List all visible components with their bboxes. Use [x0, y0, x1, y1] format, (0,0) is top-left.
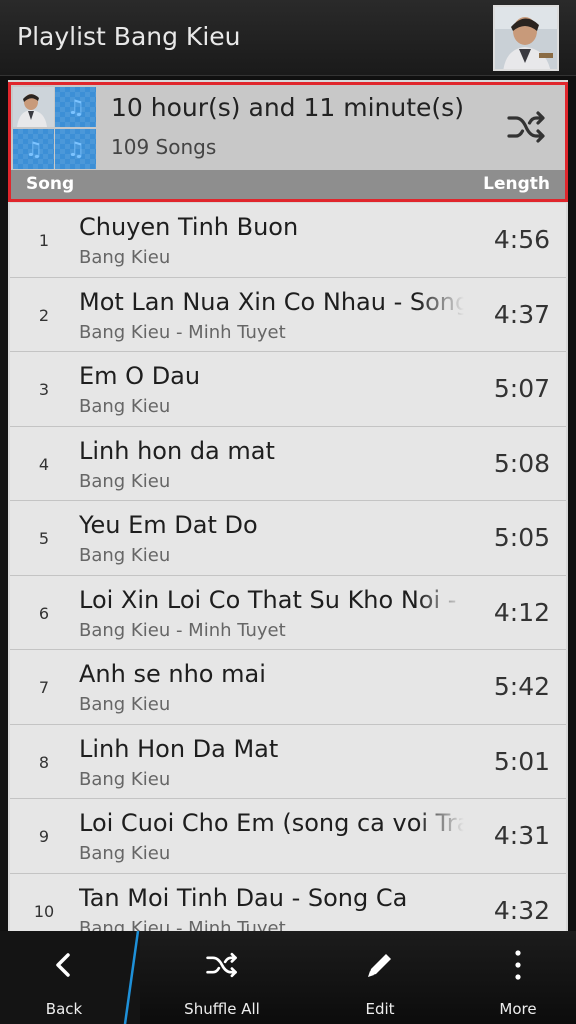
song-artist: Bang Kieu - Minh Tuyet: [79, 619, 286, 641]
track-number: 9: [38, 827, 50, 846]
album-art-placeholder: ♫: [13, 129, 54, 169]
list-item[interactable]: 5 Yeu Em Dat Do Bang Kieu 5:05: [10, 501, 566, 576]
track-number: 10: [33, 901, 55, 921]
album-art-placeholder: ♫: [55, 87, 96, 127]
song-artist: Bang Kieu - Minh Tuyet: [79, 321, 286, 343]
song-artist: Bang Kieu: [79, 247, 171, 268]
music-note-icon: ♫: [25, 137, 43, 161]
song-title: Mot Lan Nua Xin Co Nhau - Song: [79, 287, 464, 316]
list-item[interactable]: 2 Mot Lan Nua Xin Co Nhau - Song Bang Ki…: [10, 277, 566, 352]
track-number: 5: [38, 529, 50, 548]
song-title: Yeu Em Dat Do: [79, 511, 258, 539]
song-length: 4:12: [493, 597, 550, 627]
song-title: Linh Hon Da Mat: [79, 734, 279, 763]
more-label: More: [499, 1000, 537, 1018]
track-number: 8: [38, 752, 50, 772]
artist-avatar[interactable]: [493, 5, 559, 71]
song-title: Anh se nho mai: [79, 660, 266, 688]
music-note-icon: ♫: [67, 95, 85, 119]
pencil-icon: [368, 954, 391, 977]
album-art-photo: [13, 87, 54, 127]
song-artist: Bang Kieu: [79, 396, 171, 417]
list-item[interactable]: 9 Loi Cuoi Cho Em (song ca voi Tra Bang …: [10, 799, 566, 874]
playlist-artwork: ♫ ♫ ♫: [13, 87, 97, 169]
more-button[interactable]: More: [460, 931, 576, 1024]
song-length: 5:42: [493, 672, 550, 701]
column-header-song[interactable]: Song: [26, 174, 74, 194]
playlist-header[interactable]: ♫ ♫ ♫ 10 hour(s) and 11 minute(s) 109 So…: [8, 82, 568, 202]
shuffle-all-label: Shuffle All: [184, 1000, 260, 1018]
song-length: 5:08: [493, 448, 550, 478]
column-header-bar: Song Length: [11, 170, 565, 199]
song-title: Em O Dau: [79, 362, 201, 390]
track-number: 3: [38, 380, 50, 399]
column-header-length[interactable]: Length: [483, 174, 550, 194]
song-artist: Bang Kieu: [79, 545, 171, 566]
song-length: 5:01: [493, 746, 550, 776]
song-length: 4:37: [493, 299, 550, 329]
title-bar: Playlist Bang Kieu: [0, 0, 576, 76]
song-length: 5:07: [493, 374, 550, 403]
edit-button[interactable]: Edit: [320, 931, 440, 1024]
action-bar: Back Shuffle All Edit More: [0, 931, 576, 1024]
list-item[interactable]: 4 Linh hon da mat Bang Kieu 5:08: [10, 426, 566, 501]
song-length: 4:31: [493, 821, 550, 850]
song-artist: Bang Kieu: [79, 843, 171, 864]
playlist-content: ♫ ♫ ♫ 10 hour(s) and 11 minute(s) 109 So…: [8, 80, 568, 931]
song-title: Linh hon da mat: [79, 436, 275, 465]
list-item[interactable]: 7 Anh se nho mai Bang Kieu 5:42: [10, 650, 566, 725]
chevron-left-icon: [56, 953, 70, 977]
album-art-placeholder: ♫: [55, 129, 96, 169]
track-number: 6: [38, 603, 50, 623]
track-number: 1: [38, 231, 50, 250]
shuffle-all-button[interactable]: Shuffle All: [160, 931, 284, 1024]
song-length: 5:05: [493, 523, 550, 552]
track-number: 2: [38, 305, 50, 325]
track-number: 4: [38, 454, 50, 474]
playlist-song-count: 109 Songs: [111, 135, 217, 159]
song-title: Loi Xin Loi Co That Su Kho Noi -: [79, 585, 457, 614]
song-artist: Bang Kieu - Minh Tuyet: [79, 917, 286, 932]
song-title: Loi Cuoi Cho Em (song ca voi Tra: [79, 809, 464, 837]
song-length: 4:32: [493, 895, 550, 925]
song-artist: Bang Kieu: [79, 768, 171, 790]
edit-label: Edit: [365, 1000, 395, 1018]
list-item[interactable]: 10 Tan Moi Tinh Dau - Song Ca Bang Kieu …: [10, 873, 566, 932]
shuffle-icon: [206, 952, 237, 978]
music-note-icon: ♫: [67, 137, 85, 161]
list-item[interactable]: 1 Chuyen Tinh Buon Bang Kieu 4:56: [10, 203, 566, 278]
song-list: 1 Chuyen Tinh Buon Bang Kieu 4:56 2 Mot …: [10, 203, 566, 931]
list-item[interactable]: 6 Loi Xin Loi Co That Su Kho Noi - Bang …: [10, 575, 566, 650]
track-number: 7: [38, 678, 50, 697]
back-button[interactable]: Back: [0, 931, 128, 1024]
page-title: Playlist Bang Kieu: [17, 22, 241, 51]
more-vertical-icon: [515, 950, 521, 980]
song-length: 4:56: [493, 225, 550, 254]
song-artist: Bang Kieu: [79, 694, 171, 715]
shuffle-icon[interactable]: [506, 109, 546, 145]
song-artist: Bang Kieu: [79, 470, 171, 492]
song-title: Chuyen Tinh Buon: [79, 213, 299, 241]
playlist-duration: 10 hour(s) and 11 minute(s): [111, 93, 464, 122]
song-title: Tan Moi Tinh Dau - Song Ca: [79, 883, 408, 912]
list-item[interactable]: 3 Em O Dau Bang Kieu 5:07: [10, 352, 566, 427]
list-item[interactable]: 8 Linh Hon Da Mat Bang Kieu 5:01: [10, 724, 566, 799]
back-label: Back: [45, 1000, 83, 1018]
